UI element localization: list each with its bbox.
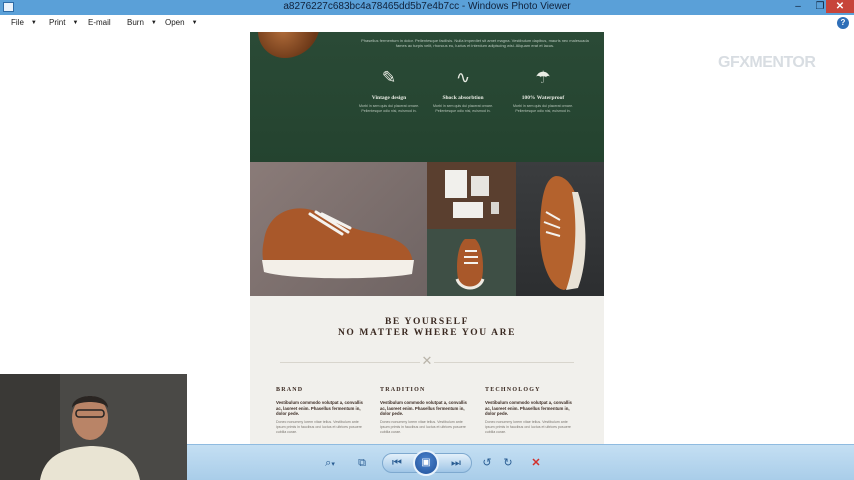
next-icon: ⏭ — [451, 457, 461, 469]
feature-text: Morbi in sem quis dui placerat ornare. P… — [432, 104, 494, 113]
shoe-image-top — [258, 32, 320, 58]
menu-burn[interactable]: Burn ▼ — [127, 18, 157, 27]
actual-size-button[interactable]: ⧉ — [353, 455, 371, 471]
column-subtitle: Vestibulum commodo volutpat a, convallis… — [276, 400, 363, 416]
umbrella-icon: ☂ — [535, 68, 551, 87]
menu-bar: File ▼ Print ▼ E-mail Burn ▼ Open ▼ ? — [0, 15, 854, 32]
displayed-image: Phasellus fermentum in dolor. Pellentesq… — [250, 32, 604, 444]
feature-title: 100% Waterproof — [521, 95, 565, 101]
previous-button[interactable]: ⏮ — [387, 455, 407, 471]
column-subtitle: Vestibulum commodo volutpat a, convallis… — [485, 400, 572, 416]
slideshow-icon: ▣ — [421, 457, 431, 468]
shoe-side-illustration — [262, 208, 414, 279]
intro-text: Phasellus fermentum in dolor. Pellentesq… — [361, 38, 589, 48]
menu-print[interactable]: Print ▼ — [49, 18, 78, 27]
chevron-down-icon: ▼ — [150, 20, 157, 26]
minimize-button[interactable]: – — [787, 0, 809, 13]
shoe-standing-photo — [516, 162, 604, 296]
watermark-brand: GFXMENTOR — [718, 54, 816, 71]
menu-file-label: File — [11, 18, 24, 27]
shoe-sole-icon: ∿ — [455, 68, 471, 87]
rotate-left-icon: ↺ — [482, 457, 492, 469]
cross-ornament-icon: ✕ — [420, 353, 434, 368]
shoe-side-photo — [250, 162, 427, 296]
column-title: TECHNOLOGY — [485, 387, 541, 393]
feature-shock: ∿ Shock absorbtion Morbi in sem quis dui… — [428, 66, 498, 114]
column-text: Donec nonummy lorem vitae tellus. Vestib… — [276, 419, 362, 434]
shoe-standing-illustration — [540, 176, 586, 290]
window-title: a8276227c683bc4a78465dd5b7e4b7cc - Windo… — [283, 1, 571, 12]
presenter-video — [0, 374, 187, 480]
stationery-photo — [427, 162, 516, 229]
column-subtitle: Vestibulum commodo volutpat a, convallis… — [380, 400, 467, 416]
pencil-ruler-icon: ✎ — [381, 68, 397, 87]
fit-window-icon: ⧉ — [358, 457, 366, 469]
chevron-down-icon: ▾ — [331, 461, 335, 468]
column-technology: TECHNOLOGY Vestibulum commodo volutpat a… — [485, 387, 577, 435]
feature-vintage: ✎ Vintage design Morbi in sem quis dui p… — [354, 66, 424, 114]
column-title: TRADITION — [380, 387, 426, 393]
menu-open-label: Open — [165, 18, 185, 27]
brand-section: BE YOURSELF NO MATTER WHERE YOU ARE ✕ BR… — [250, 296, 604, 444]
menu-print-label: Print — [49, 18, 66, 27]
chevron-down-icon: ▼ — [191, 20, 198, 26]
column-title: BRAND — [276, 387, 304, 393]
column-tradition: TRADITION Vestibulum commodo volutpat a,… — [380, 387, 472, 435]
menu-burn-label: Burn — [127, 18, 144, 27]
features-section: Phasellus fermentum in dolor. Pellentesq… — [250, 32, 604, 162]
rotate-clockwise-button[interactable]: ↻ — [500, 455, 516, 471]
shoe-top-illustration — [455, 239, 485, 290]
title-bar: a8276227c683bc4a78465dd5b7e4b7cc - Windo… — [0, 0, 854, 15]
bottom-toolbar: ⌕▾ ⧉ ⏮ ▣ ⏭ ↺ ↻ ✕ — [187, 444, 854, 480]
menu-email-label: E-mail — [88, 18, 111, 27]
shoe-top-photo — [427, 229, 516, 296]
feature-title: Vintage design — [371, 95, 407, 101]
help-icon[interactable]: ? — [837, 17, 849, 29]
feature-text: Morbi in sem quis dui placerat ornare. P… — [512, 104, 574, 113]
headline-primary: BE YOURSELF — [384, 317, 470, 327]
column-brand: BRAND Vestibulum commodo volutpat a, con… — [276, 387, 368, 435]
feature-waterproof: ☂ 100% Waterproof Morbi in sem quis dui … — [508, 66, 578, 114]
feature-title: Shock absorbtion — [442, 95, 484, 101]
delete-button[interactable]: ✕ — [528, 455, 544, 471]
stationery-illustration — [445, 170, 499, 218]
chevron-down-icon: ▼ — [30, 20, 37, 26]
headline-secondary: NO MATTER WHERE YOU ARE — [337, 328, 517, 338]
rotate-counterclockwise-button[interactable]: ↺ — [479, 455, 495, 471]
feature-text: Morbi in sem quis dui placerat ornare. P… — [358, 104, 420, 113]
delete-icon: ✕ — [531, 457, 541, 469]
column-text: Donec nonummy lorem vitae tellus. Vestib… — [380, 419, 466, 434]
column-text: Donec nonummy lorem vitae tellus. Vestib… — [485, 419, 571, 434]
close-window-button[interactable]: ✕ — [826, 0, 854, 13]
next-button[interactable]: ⏭ — [446, 455, 466, 471]
zoom-button[interactable]: ⌕▾ — [317, 455, 343, 471]
chevron-down-icon: ▼ — [72, 20, 79, 26]
photo-grid — [250, 162, 604, 296]
webcam-overlay — [0, 374, 187, 480]
menu-open[interactable]: Open ▼ — [165, 18, 198, 27]
menu-file[interactable]: File ▼ — [11, 18, 37, 27]
previous-icon: ⏮ — [392, 457, 402, 469]
menu-email[interactable]: E-mail — [88, 18, 111, 27]
slideshow-button[interactable]: ▣ — [413, 450, 439, 476]
rotate-right-icon: ↻ — [503, 457, 513, 469]
